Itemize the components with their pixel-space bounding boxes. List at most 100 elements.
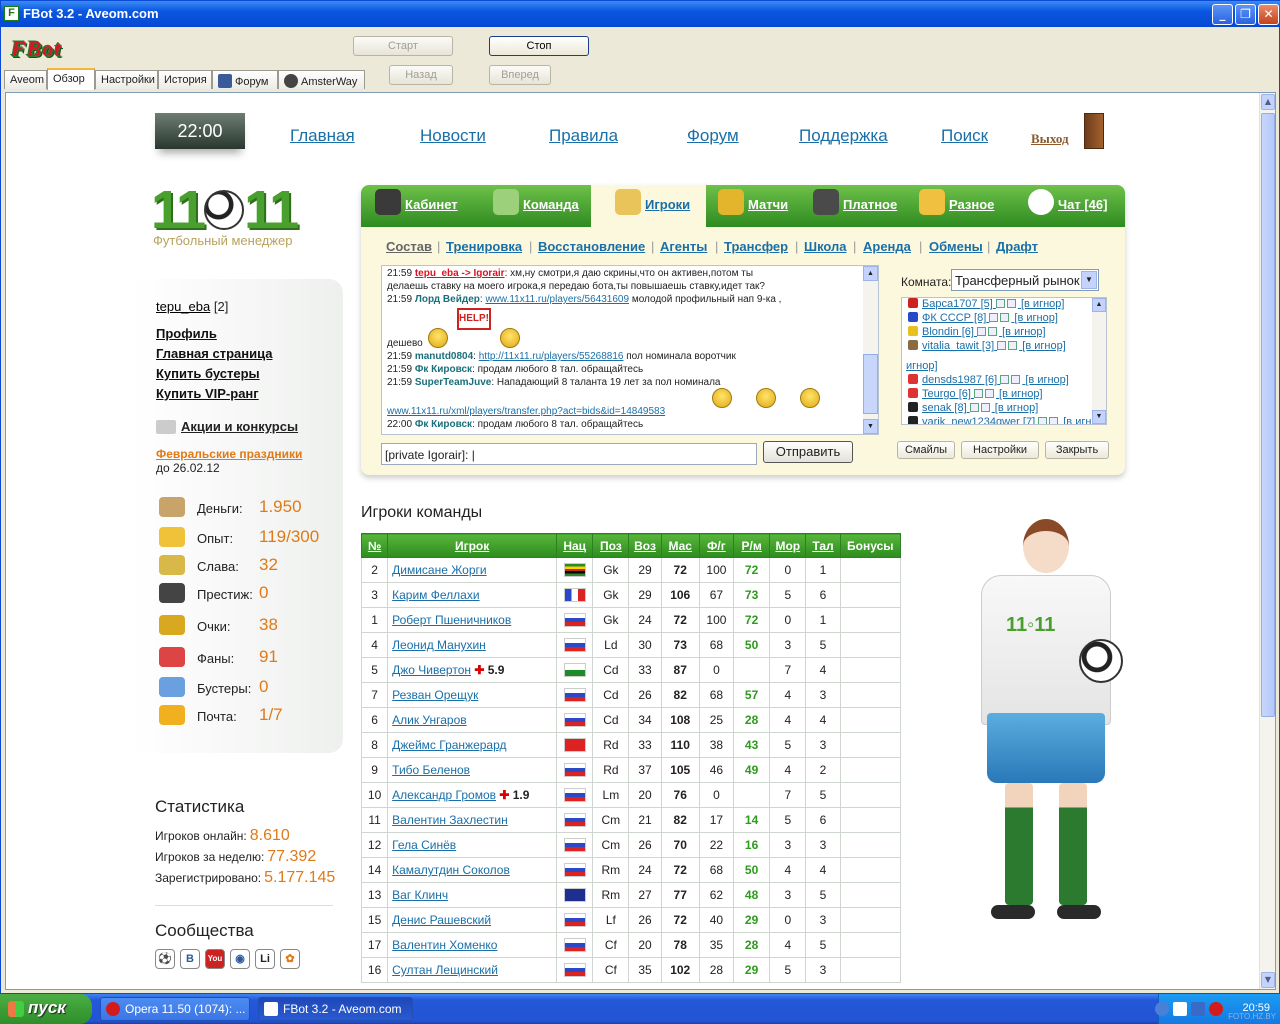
- tab-aveom[interactable]: Aveom: [4, 70, 47, 89]
- chat-link[interactable]: www.11x11.ru/players/56431609: [485, 294, 629, 305]
- exit-link[interactable]: Выход: [1031, 131, 1069, 147]
- private-message-icon[interactable]: [988, 327, 998, 336]
- chat-user[interactable]: Барса1707 [5] [в игнор]: [908, 298, 1064, 310]
- ignore-link[interactable]: [в игнор]: [999, 388, 1042, 400]
- start-button[interactable]: Старт: [353, 36, 453, 56]
- player-name-link[interactable]: Леонид Манухин: [392, 638, 486, 652]
- smileys-button[interactable]: Смайлы: [897, 441, 955, 459]
- forward-button[interactable]: Вперед: [489, 65, 551, 85]
- odnoklassniki-icon[interactable]: ◉: [230, 949, 250, 969]
- vk-icon[interactable]: В: [180, 949, 200, 969]
- player-name-link[interactable]: Джеймс Гранжерард: [392, 738, 506, 752]
- nav-search[interactable]: Поиск: [941, 126, 988, 146]
- subnav-school[interactable]: Школа: [804, 239, 847, 254]
- player-name-link[interactable]: Тибо Беленов: [392, 763, 470, 777]
- ignore-link[interactable]: [в игнор]: [1021, 298, 1064, 310]
- liveinternet-icon[interactable]: Li: [255, 949, 275, 969]
- column-header[interactable]: Поз: [592, 533, 630, 558]
- player-name-link[interactable]: Джо Чивертон: [392, 663, 471, 677]
- network-icon[interactable]: [1191, 1002, 1205, 1016]
- scroll-up-icon[interactable]: ▲: [1261, 94, 1275, 110]
- subnav-loan[interactable]: Аренда: [863, 239, 911, 254]
- tab-settings[interactable]: Настройки: [95, 70, 158, 89]
- nav-support[interactable]: Поддержка: [799, 126, 888, 146]
- promo-link[interactable]: Акции и конкурсы: [181, 419, 298, 434]
- info-icon[interactable]: [969, 403, 979, 412]
- buy-boosters-link[interactable]: Купить бустеры: [156, 366, 260, 381]
- info-icon[interactable]: [1038, 417, 1048, 424]
- info-icon[interactable]: [1000, 375, 1010, 384]
- door-icon[interactable]: [1084, 113, 1104, 149]
- user-name[interactable]: vitalia_tawit [3]: [922, 340, 994, 352]
- scroll-down-icon[interactable]: ▼: [863, 419, 878, 434]
- chat-link[interactable]: www.11x11.ru/xml/players/transfer.php?ac…: [387, 406, 665, 417]
- ignore-link[interactable]: [в игнор]: [995, 402, 1038, 414]
- scroll-down-icon[interactable]: ▼: [1261, 972, 1275, 988]
- chat-nick[interactable]: manutd0804: [415, 351, 473, 362]
- tab-cabinet[interactable]: Кабинет: [375, 189, 458, 215]
- close-chat-button[interactable]: Закрыть: [1045, 441, 1109, 459]
- stop-button[interactable]: Стоп: [489, 36, 589, 56]
- player-name-link[interactable]: Александр Громов: [392, 788, 496, 802]
- page-scrollbar[interactable]: ▲ ▼: [1259, 93, 1275, 989]
- player-name-link[interactable]: Димисане Жорги: [392, 563, 486, 577]
- player-name-link[interactable]: Резван Орещук: [392, 688, 478, 702]
- private-message-icon[interactable]: [1011, 375, 1021, 384]
- flower-community-icon[interactable]: ✿: [280, 949, 300, 969]
- subnav-agents[interactable]: Агенты: [660, 239, 707, 254]
- player-name-link[interactable]: Валентин Захлестин: [392, 813, 508, 827]
- chat-nick[interactable]: SuperTeamJuve: [415, 377, 492, 388]
- column-header[interactable]: Р/м: [733, 533, 771, 558]
- start-button[interactable]: пуск: [0, 994, 92, 1024]
- ignore-link[interactable]: игнор]: [906, 360, 938, 372]
- tab-chat[interactable]: Чат [46]: [1028, 189, 1107, 215]
- tab-amsterway[interactable]: AmsterWay: [278, 70, 365, 89]
- taskbar-opera[interactable]: Opera 11.50 (1074): ...: [100, 997, 250, 1021]
- player-name-link[interactable]: Валентин Хоменко: [392, 938, 497, 952]
- player-name-link[interactable]: Роберт Пшеничников: [392, 613, 511, 627]
- column-header[interactable]: №: [360, 533, 389, 558]
- chat-user[interactable]: vitalia_tawit [3] [в игнор]: [908, 340, 1066, 352]
- chat-nick[interactable]: Лорд Вейдер: [415, 294, 480, 305]
- private-message-icon[interactable]: [1006, 299, 1016, 308]
- subnav-draft[interactable]: Драфт: [996, 239, 1038, 254]
- player-name-link[interactable]: Денис Рашевский: [392, 913, 491, 927]
- close-button[interactable]: ✕: [1258, 4, 1279, 25]
- event-link[interactable]: Февральские праздники: [156, 447, 302, 461]
- subnav-recovery[interactable]: Восстановление: [538, 239, 645, 254]
- ignore-link[interactable]: [в игнор]: [1025, 374, 1068, 386]
- tray-expand-icon[interactable]: [1155, 1002, 1169, 1016]
- tab-misc[interactable]: Разное: [919, 189, 994, 215]
- tab-matches[interactable]: Матчи: [718, 189, 788, 215]
- chat-user[interactable]: yarik_new1234qwer [7] [в игнор]: [908, 416, 1106, 424]
- opera-tray-icon[interactable]: [1209, 1002, 1223, 1016]
- chat-user[interactable]: Blondin [6] [в игнор]: [908, 326, 1046, 338]
- chat-user[interactable]: senak [8] [в игнор]: [908, 402, 1038, 414]
- soccer-community-icon[interactable]: ⚽: [155, 949, 175, 969]
- private-message-icon[interactable]: [1049, 417, 1059, 424]
- title-bar[interactable]: F FBot 3.2 - Aveom.com: [1, 1, 1280, 27]
- info-icon[interactable]: [977, 327, 987, 336]
- scroll-thumb[interactable]: [863, 354, 878, 414]
- column-header[interactable]: Воз: [628, 533, 662, 558]
- player-name-link[interactable]: Алик Унгаров: [392, 713, 467, 727]
- scroll-up-icon[interactable]: ▲: [1092, 298, 1106, 312]
- scroll-up-icon[interactable]: ▲: [863, 266, 878, 281]
- info-icon[interactable]: [989, 313, 999, 322]
- column-header[interactable]: Тал: [805, 533, 841, 558]
- ignore-link[interactable]: [в игнор]: [1002, 326, 1045, 338]
- chat-nick[interactable]: Фк Кировск: [415, 419, 472, 430]
- nav-news[interactable]: Новости: [420, 126, 486, 146]
- column-header[interactable]: Мас: [660, 533, 700, 558]
- tab-overview[interactable]: Обзор: [47, 68, 95, 90]
- scroll-thumb[interactable]: [1261, 113, 1275, 717]
- chat-log[interactable]: 21:59 tepu_eba -> Igorair: хм,ну смотри,…: [381, 265, 879, 435]
- site-logo[interactable]: 11 11: [151, 179, 299, 241]
- fbot-tray-icon[interactable]: [1173, 1002, 1187, 1016]
- player-name-link[interactable]: Карим Феллахи: [392, 588, 479, 602]
- main-page-link[interactable]: Главная страница: [156, 346, 272, 361]
- column-header[interactable]: Нац: [556, 533, 594, 558]
- user-name[interactable]: senak [8]: [922, 402, 967, 414]
- tab-team[interactable]: Команда: [493, 189, 579, 215]
- chat-user[interactable]: densds1987 [6] [в игнор]: [908, 374, 1069, 386]
